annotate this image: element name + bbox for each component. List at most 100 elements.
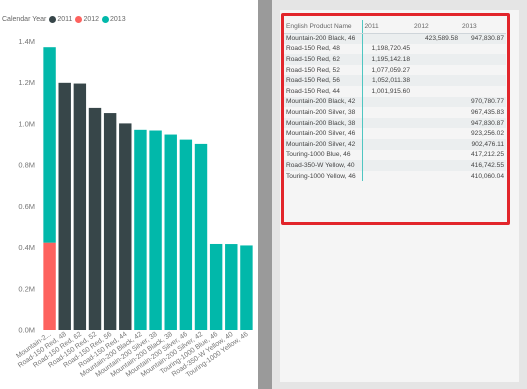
value-2013-cell: 902,476.11: [460, 138, 506, 150]
table-row[interactable]: Road-150 Red, 52 1,077,059.27: [284, 64, 506, 76]
table-row[interactable]: Road-150 Red, 62 1,195,142.18: [284, 54, 506, 65]
bar-2012[interactable]: [43, 242, 56, 330]
value-2011-cell: [361, 149, 412, 161]
value-2011-cell: [361, 33, 412, 44]
value-2012-cell: [412, 86, 460, 97]
value-2013-cell: [460, 75, 506, 86]
column-header-2013[interactable]: 2013: [460, 20, 506, 34]
value-2013-cell: 967,435.83: [470, 108, 504, 116]
value-2013-cell: 417,212.25: [470, 151, 504, 159]
bar-2013[interactable]: [240, 245, 253, 330]
bar-2011[interactable]: [58, 82, 71, 330]
column-header-2011[interactable]: 2011: [361, 20, 412, 34]
stacked-bar-chart: 0.0M0.2M0.4M0.6M0.8M1.0M1.2M1.4MMountain…: [15, 37, 253, 379]
table-row[interactable]: Road-150 Red, 56 1,052,011.38: [284, 75, 506, 86]
value-2011-cell: 1,052,011.38: [361, 75, 412, 86]
table-row[interactable]: Road-350-W Yellow, 40 416,742.55: [284, 160, 506, 171]
column-header-2012[interactable]: 2012: [412, 20, 460, 34]
product-name-cell: Road-150 Red, 44: [286, 87, 340, 95]
product-name-cell: Touring-1000 Yellow, 46: [286, 172, 356, 180]
legend-item-2013[interactable]: 2013: [102, 16, 126, 23]
value-2013-cell: [460, 65, 506, 76]
bar-2011[interactable]: [119, 123, 132, 331]
legend-item-2011[interactable]: 2011: [49, 16, 72, 23]
value-2012-cell: [412, 96, 460, 108]
bar-2013[interactable]: [194, 143, 208, 330]
bar-2013[interactable]: [149, 130, 162, 330]
table-header-row: English Product Name 2011 2012 2013: [284, 20, 506, 34]
product-name-cell: Mountain-200 Silver, 38: [286, 108, 356, 116]
legend-label-2012: 2012: [83, 16, 100, 23]
y-tick-label: 1.2M: [18, 78, 35, 87]
bar-2013[interactable]: [164, 134, 177, 330]
chart-panel: 0.0M 0.2M 0.4M 0.6M 0.8M 1.0M 1.2M 1.4M Mountain…: [0, 0, 260, 389]
product-name-cell: Mountain-200 Silver, 46: [286, 130, 356, 138]
value-2011-cell: 1,195,142.18: [361, 54, 412, 65]
value-2013-cell: [460, 86, 506, 97]
table-panel: English Product Name 2011 2012 2013 Moun…: [272, 0, 527, 389]
y-tick-label: 0.4M: [18, 243, 35, 252]
legend-dot-2013: [102, 16, 110, 23]
value-2012-cell: [412, 44, 460, 55]
bar-2013[interactable]: [225, 244, 238, 330]
table-row[interactable]: Mountain-200 Silver, 38 967,435.83: [284, 107, 506, 118]
table-row[interactable]: Mountain-200 Black, 42 970,780.77: [284, 96, 506, 108]
value-2012-cell: [412, 128, 460, 139]
table-row[interactable]: Mountain-200 Silver, 46 923,256.02: [284, 128, 506, 139]
value-2011-cell: [361, 128, 412, 139]
column-header-product-name[interactable]: English Product Name: [284, 20, 362, 34]
table-row[interactable]: Touring-1000 Yellow, 46 410,060.04: [284, 170, 506, 182]
value-2013-cell: 416,742.55: [460, 160, 506, 171]
panel-separator: [258, 0, 272, 389]
y-tick-label: 1.0M: [18, 119, 35, 128]
bar-2013[interactable]: [209, 243, 223, 330]
matrix-table: English Product Name 2011 2012 2013 Moun…: [284, 20, 506, 182]
value-2011-cell: [361, 160, 412, 171]
bar-2013[interactable]: [134, 129, 147, 330]
value-2011-cell: [361, 170, 412, 182]
bar-2013[interactable]: [179, 139, 193, 330]
product-name-cell: Mountain-200 Black, 46: [284, 33, 362, 44]
value-2012-cell: [412, 150, 460, 161]
product-name-cell: Road-150 Red, 48: [286, 45, 340, 53]
product-name-cell: Road-150 Red, 62: [284, 54, 362, 65]
value-2011-cell: 1,001,915.60: [361, 85, 412, 97]
value-2012-cell: [412, 75, 460, 86]
table-row[interactable]: Mountain-200 Silver, 42 902,476.11: [284, 138, 506, 150]
value-2012-cell: [412, 138, 460, 150]
bar-2011[interactable]: [73, 83, 87, 330]
table-row[interactable]: Mountain-200 Black, 38 947,830.87: [284, 117, 506, 129]
product-name-cell: Mountain-200 Silver, 42: [284, 138, 362, 150]
product-name-cell: Road-150 Red, 52: [286, 66, 340, 74]
bar-2013[interactable]: [43, 47, 56, 243]
value-2011-cell: [361, 96, 412, 108]
value-2013-cell: [460, 54, 506, 65]
value-2013-cell: 970,780.77: [460, 96, 506, 108]
chart-legend: Calendar Year 2011 2012 2013: [2, 16, 129, 23]
value-2011-cell: [361, 107, 412, 118]
product-name-cell: Road-350-W Yellow, 40: [284, 160, 362, 171]
table-row[interactable]: Road-150 Red, 44 1,001,915.60: [284, 85, 506, 97]
product-name-cell: Mountain-200 Black, 38: [284, 117, 362, 129]
value-2013-cell: 947,830.87: [460, 117, 506, 129]
table-row[interactable]: Mountain-200 Black, 46 423,589.58 947,830.…: [284, 33, 506, 44]
legend-label-2011: 2011: [57, 16, 73, 23]
value-2012-cell: [412, 54, 460, 65]
y-tick-label: 0.8M: [18, 161, 35, 170]
legend-dot-2011: [49, 16, 57, 23]
value-2012-cell: [412, 65, 460, 76]
value-2013-cell: 947,830.87: [460, 33, 506, 44]
value-2012-cell: [412, 117, 460, 129]
y-tick-label: 0.0M: [18, 326, 35, 335]
legend-dot-2012: [75, 16, 83, 23]
value-2013-cell: 410,060.04: [470, 172, 504, 180]
bar-2011[interactable]: [103, 113, 117, 330]
value-2012-cell: [412, 171, 460, 182]
legend-item-2012[interactable]: 2012: [75, 16, 99, 23]
table-row[interactable]: Touring-1000 Blue, 46 417,212.25: [284, 149, 506, 161]
table-row[interactable]: Road-150 Red, 48 1,198,720.45: [284, 43, 506, 55]
value-2012-cell: 423,589.58: [412, 33, 460, 44]
legend-label-2013: 2013: [110, 16, 126, 23]
value-2011-cell: 1,198,720.45: [361, 43, 412, 55]
bar-2011[interactable]: [88, 107, 102, 331]
